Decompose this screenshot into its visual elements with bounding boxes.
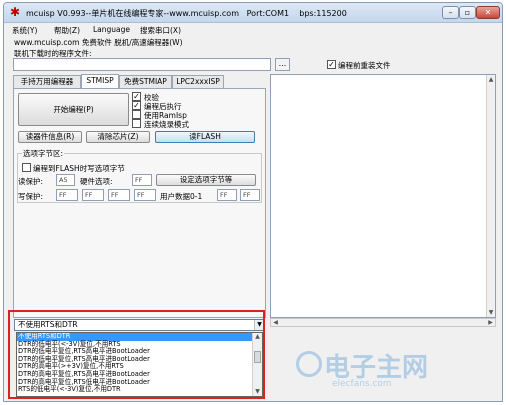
ramisp-checkbox[interactable] [132,110,141,119]
write-protect-input-3[interactable]: FF [134,189,156,201]
continuous-mode-label: 连续烧录模式 [144,120,189,129]
write-protect-input-0[interactable]: FF [56,189,78,201]
reload-file-label: 编程前重装文件 [338,61,391,70]
menu-search-port[interactable]: 搜索串口(X) [140,25,181,36]
write-protect-input-2[interactable]: FF [108,189,130,201]
user-data-input-0[interactable]: FF [217,189,237,201]
tab-handheld[interactable]: 手持万用编程器 [13,75,81,88]
scroll-left-icon[interactable]: ◀ [271,319,280,327]
log-vertical-scrollbar[interactable]: ▲ ▼ [486,75,495,317]
chevron-down-icon[interactable]: ▼ [254,320,264,330]
set-option-bytes-button[interactable]: 设定选项字节等 [156,174,256,186]
dropdown-scroll-down-icon[interactable]: ▼ [253,388,262,396]
menu-bar: 系统(Y) 帮助(Z) Language 搜索串口(X) [4,23,502,37]
read-protect-label: 读保护: [18,177,44,186]
tab-lpc2xxx[interactable]: LPC2xxxISP [172,75,224,88]
port-status: Port:COM1 [246,9,290,18]
user-data-input-1[interactable]: FF [240,189,260,201]
tab-stmiap[interactable]: 免费STMIAP [119,75,172,88]
file-path-input[interactable] [13,58,271,71]
window-title: mcuisp V0.993--单片机在线编程专家--www.mcuisp.com… [26,9,347,18]
option-bytes-title: 选项字节区: [22,148,65,159]
dropdown-scrollbar[interactable]: ▲ ▼ [252,333,262,396]
main-window: ✱ mcuisp V0.993--单片机在线编程专家--www.mcuisp.c… [3,2,503,402]
read-protect-input[interactable]: A5 [56,174,75,186]
start-program-button[interactable]: 开始编程(P) [18,93,129,126]
read-device-info-button[interactable]: 读器件信息(R) [18,131,82,143]
log-horizontal-scrollbar[interactable]: ◀ ▶ [270,318,496,327]
erase-chip-button[interactable]: 清除芯片(Z) [86,131,150,143]
title-bar[interactable]: ✱ mcuisp V0.993--单片机在线编程专家--www.mcuisp.c… [4,3,502,23]
write-option-bytes-label: 编程到FLASH时写选项字节 [33,164,125,173]
dropdown-scroll-thumb[interactable] [254,351,261,363]
menu-help[interactable]: 帮助(Z) [54,25,80,36]
dtr-rts-selected-value: 不使用RTS和DTR [18,320,78,329]
verify-checkbox[interactable]: ✓ [132,92,141,101]
scroll-down-icon[interactable]: ▼ [487,308,495,317]
tab-stmisp[interactable]: STMISP [81,74,119,89]
menu-system[interactable]: 系统(Y) [12,25,37,36]
scroll-up-icon[interactable]: ▲ [487,75,495,84]
offline-programmer-link[interactable]: www.mcuisp.com 免费软件 脱机/高速编程器(W) [14,37,183,48]
browse-button[interactable]: ... [275,58,290,71]
maximize-button[interactable]: ▫ [459,6,476,19]
write-option-bytes-checkbox[interactable] [22,163,31,172]
continuous-mode-checkbox[interactable] [132,119,141,128]
close-button[interactable]: ✕ [476,6,500,19]
run-after-checkbox[interactable]: ✓ [132,101,141,110]
dtr-rts-dropdown-list: 不使用RTS和DTR DTR的低电平(<-3V)复位,不用RTS DTR的低电平… [16,332,263,397]
app-logo-icon: ✱ [10,5,21,19]
user-data-label: 用户数据0-1 [160,192,203,201]
hw-option-input[interactable]: FF [132,174,152,186]
stmisp-panel: 开始编程(P) ✓ 校验 ✓ 编程后执行 使用RamIsp 连续烧录模式 读器件… [13,88,266,318]
dtr-rts-select[interactable]: 不使用RTS和DTR ▼ [14,319,265,331]
scroll-right-icon[interactable]: ▶ [486,319,495,327]
dropdown-option[interactable]: RTS的低电平(<-3V)复位,不用DTR [17,386,262,394]
write-protect-label: 写保护: [18,192,44,201]
hw-option-label: 硬件选项: [80,177,113,186]
minimize-button[interactable]: – [442,6,459,19]
menu-language[interactable]: Language [93,25,130,34]
write-protect-input-1[interactable]: FF [82,189,104,201]
dropdown-scroll-up-icon[interactable]: ▲ [253,333,262,341]
log-output-area[interactable]: ▲ ▼ [270,74,496,318]
baud-status: bps:115200 [299,9,347,18]
read-flash-button[interactable]: 读FLASH [155,131,255,143]
reload-file-checkbox[interactable]: ✓ [327,60,336,69]
